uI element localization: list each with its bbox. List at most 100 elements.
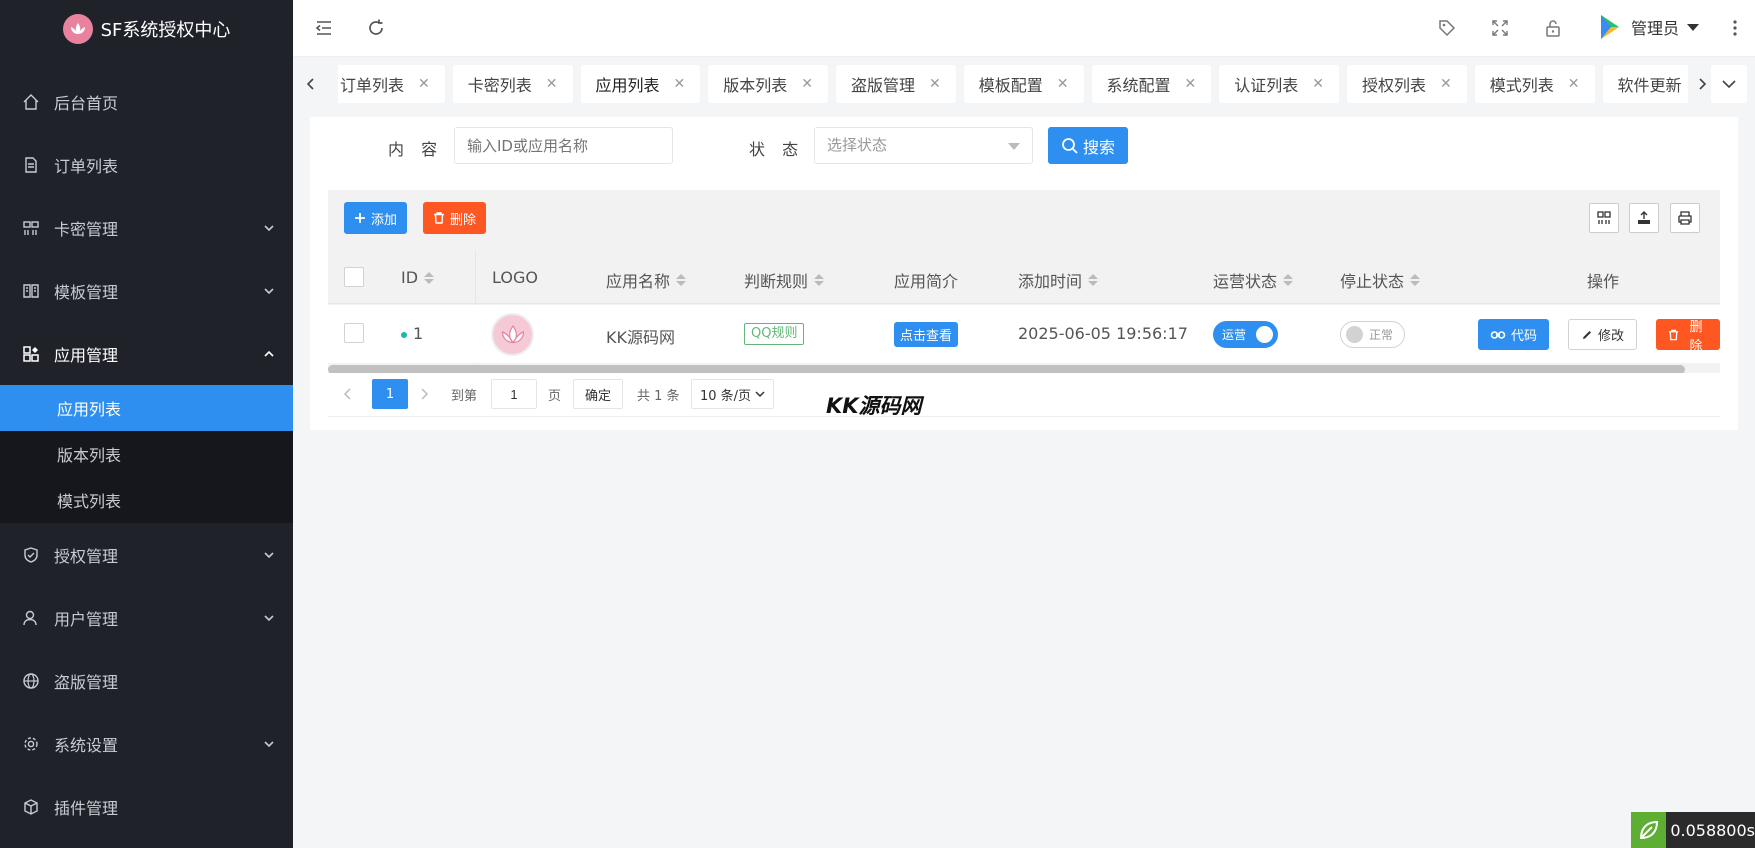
close-icon[interactable]: ✕ xyxy=(1440,76,1452,92)
code-button[interactable]: 代码 xyxy=(1478,319,1550,350)
chevron-down-icon xyxy=(1722,80,1736,89)
user-menu[interactable]: 管理员 xyxy=(1597,12,1700,42)
tab-auth-list[interactable]: 授权列表 ✕ xyxy=(1347,65,1467,103)
tab-piracy[interactable]: 盗版管理 ✕ xyxy=(836,65,956,103)
sidebar-item-label: 应用管理 xyxy=(54,345,119,365)
sidebar-subitem-app-list[interactable]: 应用列表 xyxy=(0,385,293,431)
col-logo-label: LOGO xyxy=(492,268,538,287)
sidebar-item-plugins[interactable]: 插件管理 xyxy=(0,775,293,838)
batch-delete-label: 删除 xyxy=(450,212,477,228)
caret-down-icon xyxy=(1687,23,1700,31)
tabs-dropdown-button[interactable] xyxy=(1711,65,1747,103)
sidebar-item-home[interactable]: 后台首页 xyxy=(0,70,293,133)
col-app-name[interactable]: 应用名称 xyxy=(606,268,687,292)
sidebar-item-templates[interactable]: 模板管理 xyxy=(0,259,293,322)
sidebar-item-auth[interactable]: 授权管理 xyxy=(0,523,293,586)
stop-status-toggle[interactable]: 正常 xyxy=(1340,321,1405,348)
col-rule[interactable]: 判断规则 xyxy=(744,268,825,292)
tab-app-list[interactable]: 应用列表 ✕ xyxy=(580,65,701,103)
refresh-icon[interactable] xyxy=(366,18,386,38)
page-size-select[interactable]: 10 条/页 xyxy=(691,379,774,409)
sidebar-subitem-version-list[interactable]: 版本列表 xyxy=(0,431,293,477)
goto-confirm-button[interactable]: 确定 xyxy=(573,379,624,409)
table-row: 1 KK源码网 QQ规则 点击查看 2025-06-05 19:56:17 运营… xyxy=(328,305,1720,363)
rule-badge: QQ规则 xyxy=(744,323,805,345)
tab-cards[interactable]: 卡密列表 ✕ xyxy=(452,65,573,103)
row-delete-button[interactable]: 删除 xyxy=(1656,319,1720,354)
close-icon[interactable]: ✕ xyxy=(801,76,813,92)
sidebar-item-cards[interactable]: 卡密管理 xyxy=(0,196,293,259)
col-op-status[interactable]: 运营状态 xyxy=(1213,268,1294,292)
select-all-checkbox[interactable] xyxy=(344,267,364,287)
op-status-toggle[interactable]: 运营 xyxy=(1213,321,1278,348)
tabs-scroll-left-button[interactable] xyxy=(298,65,324,103)
tab-system-config[interactable]: 系统配置 ✕ xyxy=(1091,65,1212,103)
link-icon xyxy=(1490,330,1506,339)
trash-icon xyxy=(1668,329,1679,340)
tag-icon[interactable] xyxy=(1437,18,1457,38)
sidebar-subitem-mode-list[interactable]: 模式列表 xyxy=(0,477,293,523)
fullscreen-icon[interactable] xyxy=(1490,18,1510,38)
lock-icon[interactable] xyxy=(1543,18,1563,38)
tab-software-update[interactable]: 软件更新✕ xyxy=(1602,65,1688,103)
sidebar-menu: 后台首页 订单列表 卡密管理 模板管理 应用管理 应用列表 版本列表 模式列表 xyxy=(0,70,293,838)
batch-delete-button[interactable]: 删除 xyxy=(423,202,487,234)
chevron-down-icon xyxy=(264,287,274,294)
col-stop-status[interactable]: 停止状态 xyxy=(1340,268,1421,292)
print-button[interactable] xyxy=(1670,203,1700,233)
export-button[interactable] xyxy=(1629,203,1659,233)
page-1-button[interactable]: 1 xyxy=(372,379,408,409)
columns-filter-button[interactable] xyxy=(1589,203,1619,233)
col-intro-label: 应用简介 xyxy=(894,272,959,291)
close-icon[interactable]: ✕ xyxy=(929,76,941,92)
sidebar-item-users[interactable]: 用户管理 xyxy=(0,586,293,649)
sidebar-item-settings[interactable]: 系统设置 xyxy=(0,712,293,775)
view-intro-button[interactable]: 点击查看 xyxy=(894,322,959,347)
col-add-time[interactable]: 添加时间 xyxy=(1018,268,1099,292)
sidebar-item-piracy[interactable]: 盗版管理 xyxy=(0,649,293,712)
add-button[interactable]: 添加 xyxy=(344,202,408,234)
sidebar-item-label: 盗版管理 xyxy=(54,672,119,692)
search-button[interactable]: 搜索 xyxy=(1048,127,1128,164)
toggle-knob xyxy=(1346,326,1363,343)
tabs-list: 订单列表 ✕ 卡密列表 ✕ 应用列表 ✕ 版本列表 ✕ 盗版管理 ✕ 模板配置 ✕ 系统配置… xyxy=(338,65,1688,103)
shield-icon xyxy=(24,546,38,563)
col-id[interactable]: ID xyxy=(401,268,435,287)
horizontal-scrollbar[interactable] xyxy=(328,365,1685,373)
edit-button[interactable]: 修改 xyxy=(1568,319,1638,350)
tab-version-list[interactable]: 版本列表 ✕ xyxy=(708,65,828,103)
col-id-label: ID xyxy=(401,268,419,287)
close-icon[interactable]: ✕ xyxy=(546,76,558,92)
close-icon[interactable]: ✕ xyxy=(674,76,686,92)
app-logo[interactable]: SF系统授权中心 xyxy=(0,0,293,58)
goto-page-input[interactable] xyxy=(491,379,537,409)
row-checkbox[interactable] xyxy=(344,323,364,343)
more-vertical-icon[interactable] xyxy=(1725,18,1745,38)
stop-status-label: 正常 xyxy=(1369,328,1394,342)
tab-cert-list[interactable]: 认证列表 ✕ xyxy=(1219,65,1339,103)
content-search-input[interactable] xyxy=(454,127,673,164)
tab-template-config[interactable]: 模板配置 ✕ xyxy=(963,65,1084,103)
next-page-button[interactable] xyxy=(414,379,434,409)
close-icon[interactable]: ✕ xyxy=(418,76,430,92)
document-icon xyxy=(25,156,37,173)
close-icon[interactable]: ✕ xyxy=(1568,76,1580,92)
close-icon[interactable]: ✕ xyxy=(1057,76,1069,92)
cube-icon xyxy=(24,798,38,815)
collapse-menu-icon[interactable] xyxy=(314,18,334,38)
tab-mode-list[interactable]: 模式列表 ✕ xyxy=(1474,65,1595,103)
close-icon[interactable]: ✕ xyxy=(1185,76,1197,92)
prev-page-button[interactable] xyxy=(338,379,358,409)
tab-orders[interactable]: 订单列表 ✕ xyxy=(338,65,445,103)
status-select[interactable]: 选择状态 xyxy=(814,127,1033,164)
pencil-icon xyxy=(1583,330,1591,339)
tabs-strip: 订单列表 ✕ 卡密列表 ✕ 应用列表 ✕ 版本列表 ✕ 盗版管理 ✕ 模板配置 ✕ 系统配置… xyxy=(338,65,1688,103)
sort-icon xyxy=(1283,274,1294,286)
apps-icon xyxy=(23,345,39,362)
watermark-text: KK源码网 xyxy=(826,394,922,418)
sidebar-item-apps[interactable]: 应用管理 xyxy=(0,322,293,385)
tab-label: 卡密列表 xyxy=(467,76,532,95)
tab-label: 盗版管理 xyxy=(851,76,916,95)
sidebar-item-orders[interactable]: 订单列表 xyxy=(0,133,293,196)
close-icon[interactable]: ✕ xyxy=(1312,76,1324,92)
